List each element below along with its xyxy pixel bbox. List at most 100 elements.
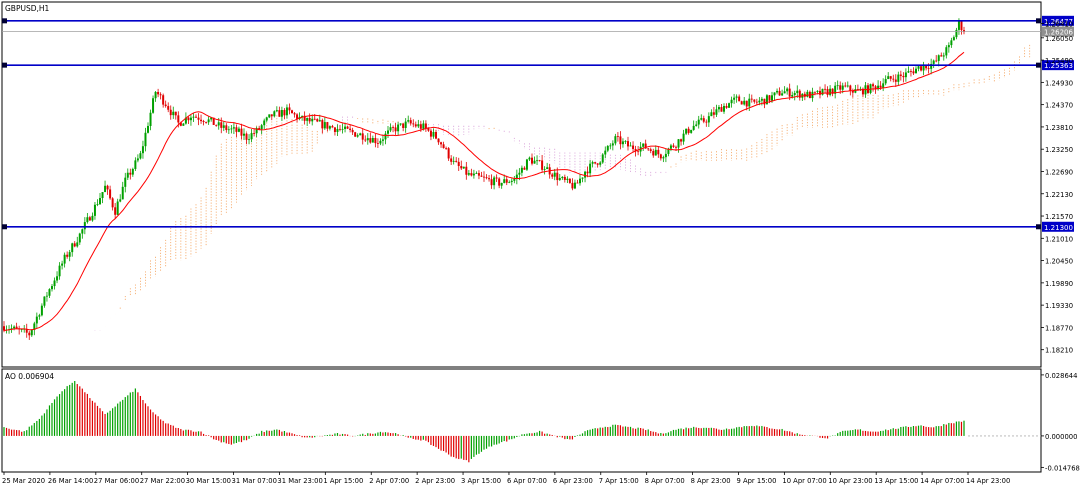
candle-body — [379, 140, 382, 144]
level-handle-right — [1036, 62, 1041, 68]
candle-body — [364, 139, 367, 141]
candle-body — [354, 132, 357, 137]
candle-body — [505, 179, 508, 183]
candle-body — [902, 75, 905, 78]
time-tick-label: 13 Apr 15:00 — [874, 477, 918, 485]
candle-body — [99, 198, 101, 205]
candle — [601, 153, 604, 164]
time-tick-label: 14 Apr 23:00 — [966, 477, 1010, 485]
candle-body — [177, 115, 180, 123]
candle-body — [389, 127, 392, 131]
candle-body — [551, 174, 554, 177]
candle-body — [601, 154, 604, 163]
candle-body — [849, 85, 852, 91]
candle-body — [419, 124, 422, 129]
main-chart-frame[interactable] — [1, 1, 1042, 368]
candle-body — [700, 118, 703, 120]
candle-body — [480, 175, 483, 177]
candle-body — [28, 332, 31, 336]
time-tick-label: 10 Apr 23:00 — [828, 477, 872, 485]
candle-body — [841, 85, 844, 90]
candle-body — [846, 85, 849, 87]
price-tick-label: 1.26050 — [1045, 35, 1073, 43]
candle-body — [728, 103, 731, 108]
level-handle-right — [1036, 224, 1041, 230]
candle-body — [594, 162, 597, 164]
candle-body — [376, 143, 379, 144]
trading-chart[interactable]: 1.264771.253631.213001.26206 1.264101.26… — [0, 0, 1080, 489]
candle-body — [237, 128, 240, 132]
candle-body — [717, 107, 720, 110]
candle-body — [296, 114, 299, 119]
candle-body — [313, 118, 316, 120]
candle-body — [947, 45, 950, 48]
candle-body — [189, 117, 192, 121]
candle-body — [579, 178, 581, 184]
candle-body — [897, 74, 900, 82]
candle-body — [192, 116, 195, 118]
candle-body — [126, 172, 129, 178]
time-tick-label: 26 Mar 14:00 — [48, 477, 93, 485]
candle-body — [687, 128, 690, 133]
candle-body — [558, 177, 561, 181]
candle-body — [217, 122, 220, 126]
candle-body — [957, 21, 960, 30]
price-tick-label: 1.23250 — [1045, 146, 1073, 154]
time-tick-label: 31 Mar 07:00 — [232, 477, 277, 485]
candle-body — [361, 133, 364, 140]
candle-body — [503, 179, 506, 183]
candle-body — [894, 79, 897, 82]
level-handle-left — [2, 62, 7, 68]
candle-body — [351, 129, 354, 133]
candle-body — [339, 128, 341, 130]
candle-body — [710, 112, 713, 117]
candle-body — [677, 139, 680, 148]
candle-body — [331, 126, 334, 128]
candle-body — [437, 138, 440, 143]
candle-body — [513, 178, 516, 181]
price-axis: 1.26410 1.26050 1.25490 1.24930 1.24370 1.238… — [1041, 20, 1073, 355]
price-tick-label: 1.22130 — [1045, 191, 1073, 199]
candle-body — [518, 172, 521, 175]
candle-body — [723, 105, 725, 112]
candle-body — [134, 160, 137, 169]
candle-body — [690, 129, 693, 133]
candle-body — [763, 98, 766, 105]
candle-body — [508, 181, 511, 183]
candle-body — [624, 141, 627, 142]
candle-body — [280, 110, 283, 117]
candle-body — [43, 296, 46, 306]
candle-body — [442, 144, 445, 149]
candle-body — [371, 138, 374, 143]
candle-body — [707, 116, 710, 123]
time-tick-label: 6 Apr 23:00 — [553, 477, 593, 485]
candle-body — [525, 159, 528, 170]
candle-body — [937, 55, 940, 61]
candle-body — [152, 98, 155, 113]
candle-body — [773, 92, 776, 96]
candle-body — [917, 66, 920, 69]
price-tick-label: 1.18210 — [1045, 347, 1073, 355]
candle-body — [3, 326, 5, 331]
candle-body — [316, 119, 319, 122]
candle-body — [566, 178, 569, 180]
candle-body — [417, 124, 420, 127]
candle-body — [381, 139, 384, 141]
candle-body — [477, 173, 480, 176]
candle-body — [369, 138, 372, 143]
candle-body — [669, 145, 672, 149]
candle-body — [200, 119, 203, 122]
price-tick-label: 1.21010 — [1045, 235, 1073, 243]
candle-body — [561, 176, 564, 178]
time-tick-label: 7 Apr 15:00 — [599, 477, 639, 485]
candle-body — [493, 177, 496, 186]
time-tick-label: 2 Apr 07:00 — [369, 477, 409, 485]
price-tick-label: 1.24370 — [1045, 102, 1073, 110]
candle-body — [819, 90, 821, 95]
candle-body — [816, 90, 819, 92]
candle-body — [114, 207, 117, 215]
price-tick-label: 1.19330 — [1045, 302, 1073, 310]
candle-body — [488, 178, 491, 180]
candle — [821, 88, 824, 96]
candle-body — [215, 124, 218, 126]
